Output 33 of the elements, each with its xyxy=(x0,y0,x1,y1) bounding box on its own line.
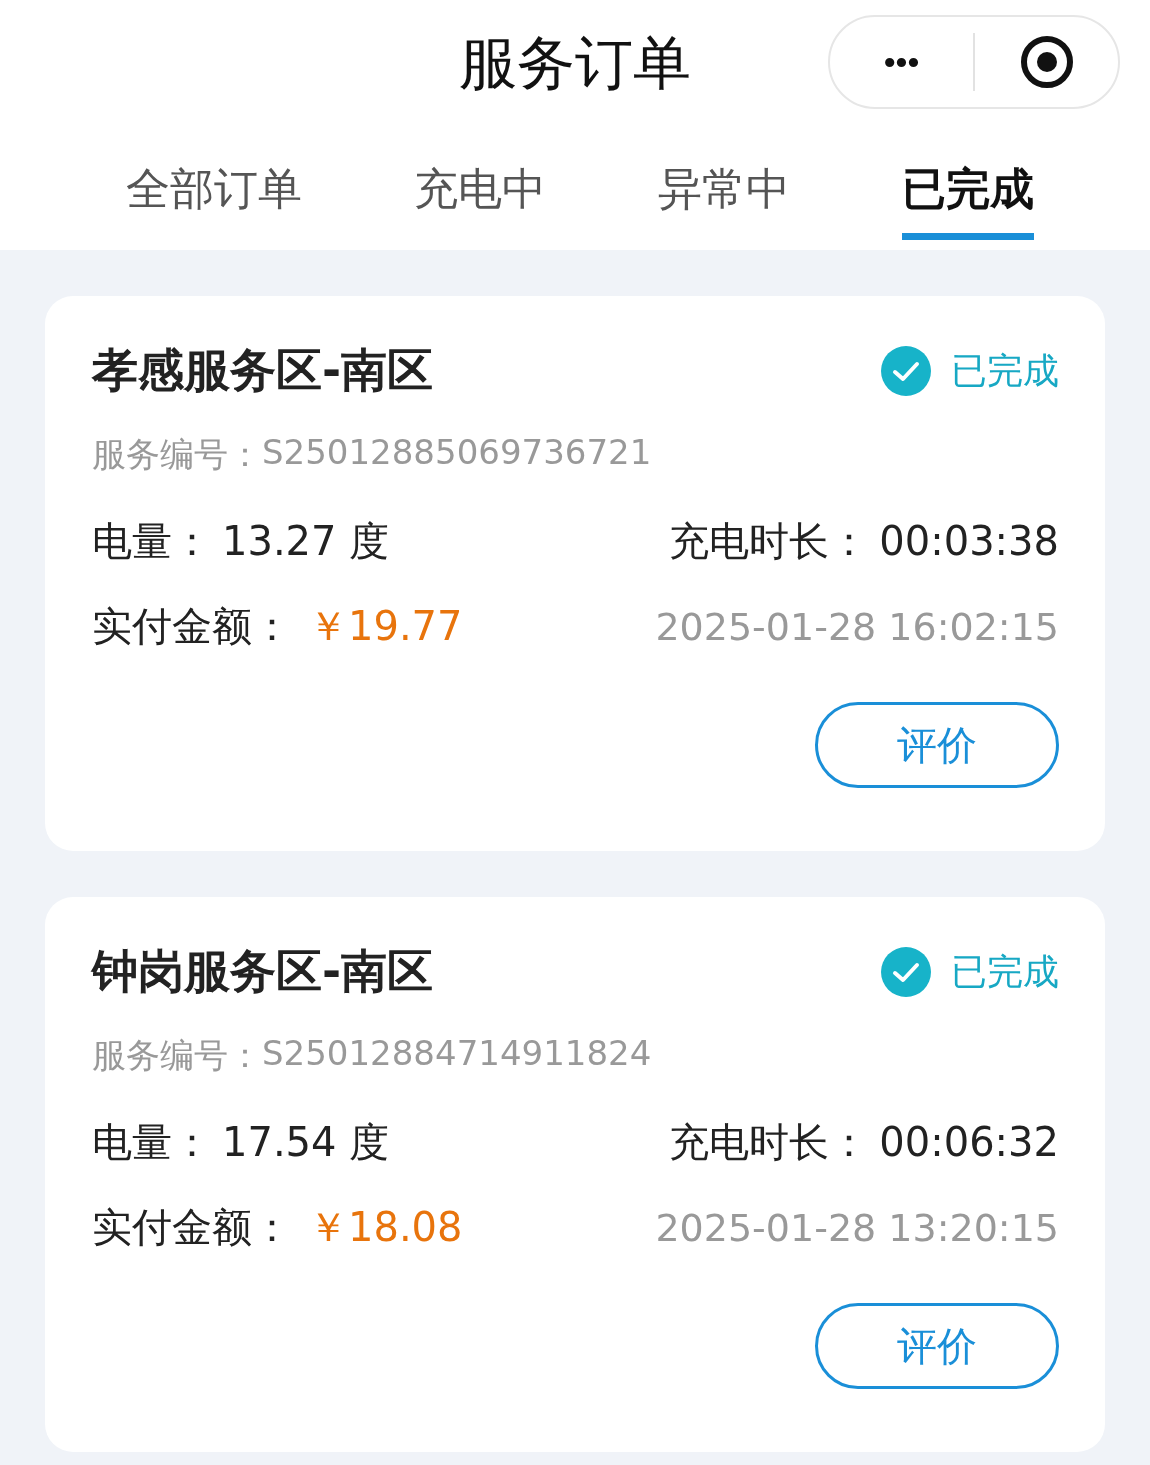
paid-amount: ￥18.08 xyxy=(308,1203,463,1252)
paid-amount: ￥19.77 xyxy=(308,602,463,651)
duration-label: 充电时长： xyxy=(669,517,870,566)
status-label: 已完成 xyxy=(951,348,1059,393)
rate-button[interactable]: 评价 xyxy=(815,702,1059,788)
serial-number: S25012884714911824 xyxy=(262,1033,652,1075)
tab[interactable]: 全部订单 xyxy=(126,138,302,240)
energy-value: 13.27 度 xyxy=(222,517,390,566)
tab[interactable]: 异常中 xyxy=(658,138,790,240)
paid-label: 实付金额： xyxy=(92,602,292,651)
energy-value: 17.54 度 xyxy=(222,1118,390,1167)
serial-number: S25012885069736721 xyxy=(262,432,652,474)
page-title: 服务订单 xyxy=(459,28,691,99)
check-icon xyxy=(881,947,931,997)
more-button[interactable]: ••• xyxy=(830,42,973,82)
duration-label: 充电时长： xyxy=(669,1118,870,1167)
order-time: 2025-01-28 16:02:15 xyxy=(655,604,1059,649)
rate-button[interactable]: 评价 xyxy=(815,1303,1059,1389)
energy-label: 电量： xyxy=(92,1118,212,1167)
station-name: 钟岗服务区-南区 xyxy=(92,943,434,1000)
duration-value: 00:03:38 xyxy=(879,518,1059,564)
tab[interactable]: 已完成 xyxy=(902,138,1034,240)
tab[interactable]: 充电中 xyxy=(414,138,546,240)
target-icon xyxy=(1018,34,1075,90)
check-icon xyxy=(881,346,931,396)
order-time: 2025-01-28 13:20:15 xyxy=(655,1205,1059,1250)
status-label: 已完成 xyxy=(951,949,1059,994)
duration-value: 00:06:32 xyxy=(879,1119,1059,1165)
serial-label: 服务编号： xyxy=(92,1034,262,1077)
station-name: 孝感服务区-南区 xyxy=(92,342,434,399)
serial-label: 服务编号： xyxy=(92,433,262,476)
paid-label: 实付金额： xyxy=(92,1203,292,1252)
energy-label: 电量： xyxy=(92,517,212,566)
